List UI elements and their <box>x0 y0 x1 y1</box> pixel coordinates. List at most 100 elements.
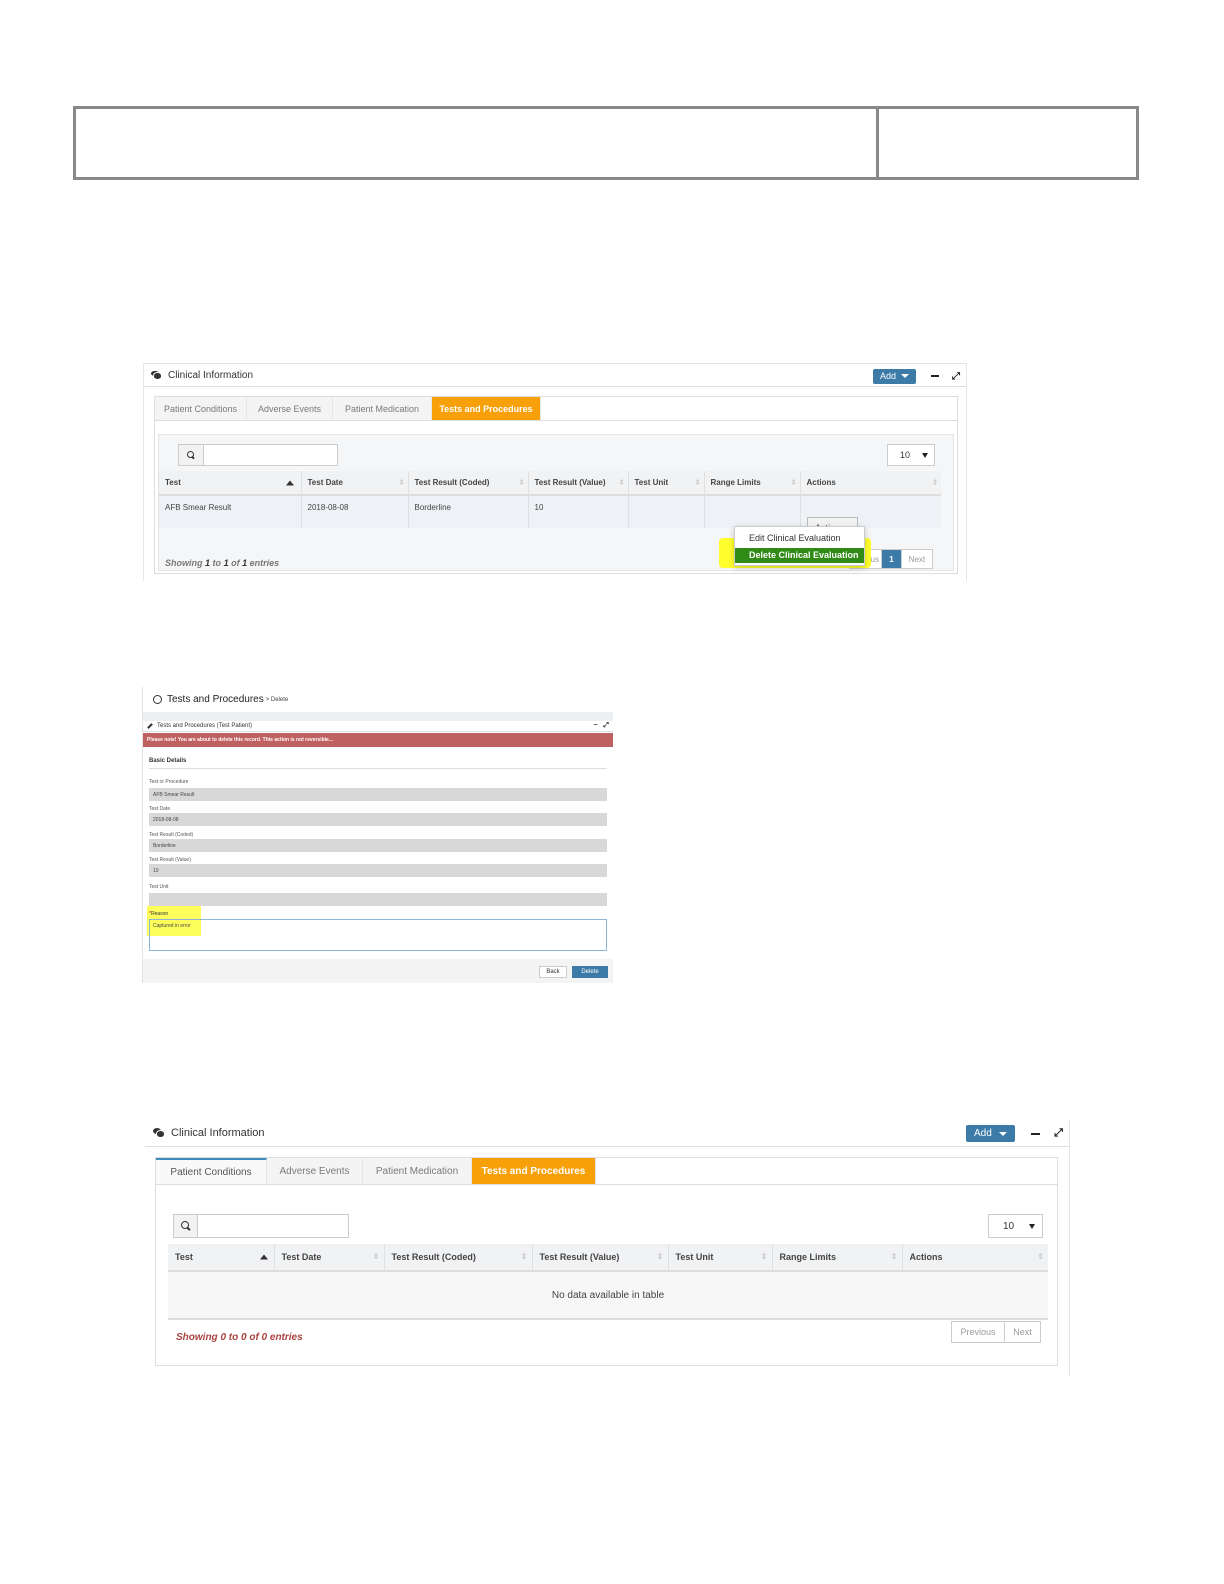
basic-details-heading: Basic Details <box>149 753 607 769</box>
menu-edit-clinical-evaluation[interactable]: Edit Clinical Evaluation <box>735 527 864 546</box>
cell-unit <box>628 495 705 528</box>
field-label-test-date: Test Date <box>149 806 171 812</box>
search-icon <box>186 450 196 460</box>
showing-total: 1 <box>242 558 248 568</box>
caret-down-icon <box>1029 1223 1035 1229</box>
field-test-or-procedure: AFB Smear Result <box>149 788 607 801</box>
col-test-date[interactable]: Test Date ⇕ <box>274 1244 385 1272</box>
collapse-icon[interactable]: − <box>593 722 597 729</box>
col-range-limits[interactable]: Range Limits ⇕ <box>772 1244 903 1272</box>
field-test-result-coded: Borderline <box>149 839 607 852</box>
sort-icon: ⇕ <box>932 478 938 486</box>
tab-patient-conditions[interactable]: Patient Conditions <box>155 397 247 420</box>
reason-label: *Reason <box>149 911 168 917</box>
collapse-icon[interactable] <box>1031 1132 1040 1135</box>
field-test-unit <box>149 893 607 906</box>
caret-down-icon <box>922 452 928 458</box>
cell-test-date: 2018-08-08 <box>301 495 409 528</box>
expand-icon[interactable]: ⤢ <box>1053 1127 1064 1140</box>
pencil-icon <box>147 723 153 729</box>
panel-header: Clinical Information Add ⤢ <box>145 1120 1069 1147</box>
col-test-label: Test <box>175 1252 193 1262</box>
cell-test: AFB Smear Result <box>159 495 302 528</box>
col-test-date-label: Test Date <box>281 1252 322 1262</box>
delete-warning-alert: Please note! You are about to delete thi… <box>143 733 613 747</box>
caret-down-icon <box>999 1131 1007 1136</box>
breadcrumb: > Delete <box>265 696 289 703</box>
tab-tests-and-procedures[interactable]: Tests and Procedures <box>472 1158 596 1184</box>
tab-bar: Patient Conditions Adverse Events Patien… <box>156 1158 1057 1185</box>
tab-patient-medication[interactable]: Patient Medication <box>363 1158 472 1184</box>
col-test[interactable]: Test <box>168 1244 275 1272</box>
col-actions[interactable]: Actions ⇕ <box>902 1244 1048 1272</box>
header-table-cell-right <box>879 109 1136 177</box>
tab-adverse-events[interactable]: Adverse Events <box>267 1158 363 1184</box>
col-range-limits[interactable]: Range Limits ⇕ <box>704 471 801 496</box>
header-table <box>73 106 1139 180</box>
pagination-next[interactable]: Next <box>902 550 932 568</box>
tab-tests-and-procedures[interactable]: Tests and Procedures <box>432 397 541 420</box>
tab-patient-conditions[interactable]: Patient Conditions <box>156 1158 267 1184</box>
search-input[interactable] <box>204 444 338 466</box>
expand-icon[interactable]: ⤢ <box>951 371 961 382</box>
sort-icon: ⇕ <box>790 478 797 486</box>
showing-of-word: of <box>231 558 240 568</box>
page-length-value: 10 <box>900 450 911 460</box>
col-actions-label: Actions <box>806 478 836 487</box>
form-panel-title: Tests and Procedures (Test Patient) <box>157 723 253 729</box>
page-length-select[interactable]: 10 <box>887 444 935 466</box>
sort-icon: ⇕ <box>694 478 701 486</box>
col-test-result-coded[interactable]: Test Result (Coded) ⇕ <box>384 1244 533 1272</box>
col-actions[interactable]: Actions ⇕ <box>800 471 941 496</box>
pagination-next[interactable]: Next <box>1005 1322 1040 1342</box>
panel-title: Clinical Information <box>144 370 253 381</box>
clinical-info-panel-1: Clinical Information Add ⤢ Patient Condi… <box>143 363 967 581</box>
clinical-info-panel-2: Clinical Information Add ⤢ Patient Condi… <box>145 1120 1070 1377</box>
sort-icon: ⇕ <box>1037 1252 1044 1261</box>
search-group <box>178 444 338 466</box>
add-button[interactable]: Add <box>966 1125 1015 1142</box>
col-coded-label: Test Result (Coded) <box>391 1252 476 1262</box>
col-unit-label: Test Unit <box>675 1252 714 1262</box>
panel-header: Clinical Information Add ⤢ <box>144 363 966 387</box>
col-test-result-value[interactable]: Test Result (Value) ⇕ <box>532 1244 669 1272</box>
collapse-icon[interactable] <box>931 375 939 377</box>
col-test-unit[interactable]: Test Unit ⇕ <box>628 471 705 496</box>
add-button[interactable]: Add <box>873 368 916 384</box>
field-label-test-result-value: Test Result (Value) <box>149 857 191 863</box>
search-input[interactable] <box>198 1214 349 1238</box>
col-test-result-value[interactable]: Test Result (Value) ⇕ <box>528 471 629 496</box>
back-button[interactable]: Back <box>539 966 567 978</box>
expand-icon[interactable]: ⤢ <box>603 722 609 729</box>
tab-adverse-events[interactable]: Adverse Events <box>247 397 333 420</box>
pagination-page-1[interactable]: 1 <box>882 550 902 568</box>
page-header: Tests and Procedures > Delete <box>143 687 613 712</box>
add-button-label: Add <box>880 371 897 381</box>
showing-from: 1 <box>205 558 211 568</box>
tab-patient-medication[interactable]: Patient Medication <box>333 397 432 420</box>
add-button-label: Add <box>974 1128 992 1139</box>
col-unit-label: Test Unit <box>634 478 669 487</box>
field-label-test-or-procedure: Test or Procedure <box>149 779 189 785</box>
col-range-label: Range Limits <box>710 478 761 487</box>
search-icon <box>180 1221 191 1231</box>
col-test-result-coded[interactable]: Test Result (Coded) ⇕ <box>408 471 529 496</box>
showing-to-word: to <box>212 558 222 568</box>
pagination-previous[interactable]: Previous <box>952 1322 1005 1342</box>
sort-icon: ⇕ <box>398 478 405 486</box>
form-panel-tools: − ⤢ <box>593 722 609 730</box>
col-test[interactable]: Test <box>159 471 302 496</box>
field-test-result-value: 10 <box>149 864 607 877</box>
page-length-select[interactable]: 10 <box>988 1214 1043 1238</box>
search-addon <box>173 1214 198 1238</box>
col-test-unit[interactable]: Test Unit ⇕ <box>668 1244 773 1272</box>
delete-form-screen: Tests and Procedures > Delete Tests and … <box>142 687 613 983</box>
col-actions-label: Actions <box>909 1252 943 1262</box>
col-test-label: Test <box>165 478 181 487</box>
empty-row: No data available in table <box>168 1271 1048 1320</box>
delete-button[interactable]: Delete <box>572 966 608 978</box>
reason-textarea[interactable]: Captured in error <box>149 919 607 951</box>
col-test-date[interactable]: Test Date ⇕ <box>301 471 409 496</box>
menu-delete-clinical-evaluation[interactable]: Delete Clinical Evaluation <box>735 548 864 563</box>
sort-icon: ⇕ <box>520 1252 528 1261</box>
